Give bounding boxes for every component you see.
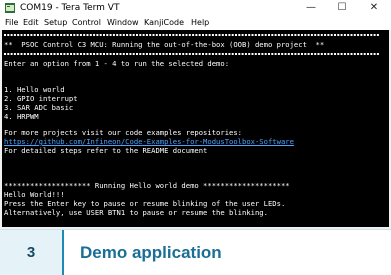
instruction-line-1: Press the Enter key to pause or resume b… xyxy=(4,199,286,208)
running-demo-line: ******************** Running Hello world… xyxy=(4,181,290,190)
menu-setup[interactable]: Setup xyxy=(44,16,67,30)
banner-line: ** PSOC Control C3 MCU: Running the out-… xyxy=(4,40,325,49)
menu-bar: File Edit Setup Control Window KanjiCode… xyxy=(0,16,391,30)
menu-edit[interactable]: Edit xyxy=(23,16,39,30)
maximize-button[interactable]: ☐ xyxy=(327,0,357,16)
step-header: 3 Demo application xyxy=(0,229,391,275)
prompt-line: Enter an option from 1 - 4 to run the se… xyxy=(4,59,230,68)
window-title: COM19 - Tera Term VT xyxy=(20,3,120,13)
step-number: 3 xyxy=(26,244,36,261)
code-examples-link[interactable]: https://github.com/Infineon/Code-Example… xyxy=(4,137,294,146)
menu-control[interactable]: Control xyxy=(72,16,101,30)
option-gpio-interrupt: 2. GPIO interrupt xyxy=(4,94,78,103)
menu-file[interactable]: File xyxy=(5,16,18,30)
tera-term-icon xyxy=(5,3,15,13)
close-button[interactable]: ✕ xyxy=(359,0,389,16)
asterisk-separator-top xyxy=(4,34,380,36)
terminal-window: COM19 - Tera Term VT — ☐ ✕ File Edit Set… xyxy=(0,0,391,229)
readme-line: For detailed steps refer to the README d… xyxy=(4,146,208,155)
menu-window[interactable]: Window xyxy=(107,16,139,30)
option-sar-adc: 3. SAR ADC basic xyxy=(4,103,74,112)
option-hrpwm: 4. HRPWM xyxy=(4,112,39,121)
more-projects-line: For more projects visit our code example… xyxy=(4,128,242,137)
menu-kanjicode[interactable]: KanjiCode xyxy=(144,16,184,30)
title-bar[interactable]: COM19 - Tera Term VT — ☐ ✕ xyxy=(0,0,391,16)
instruction-line-2: Alternatively, use USER BTN1 to pause or… xyxy=(4,208,268,217)
menu-help[interactable]: Help xyxy=(191,16,209,30)
minimize-button[interactable]: — xyxy=(296,0,326,16)
option-hello-world: 1. Hello world xyxy=(4,85,65,94)
step-number-box: 3 xyxy=(0,230,64,275)
terminal-area[interactable]: ** PSOC Control C3 MCU: Running the out-… xyxy=(2,30,389,227)
step-title: Demo application xyxy=(80,243,222,262)
asterisk-separator-bottom xyxy=(4,53,380,55)
hello-output-line: Hello World!!! xyxy=(4,190,65,199)
